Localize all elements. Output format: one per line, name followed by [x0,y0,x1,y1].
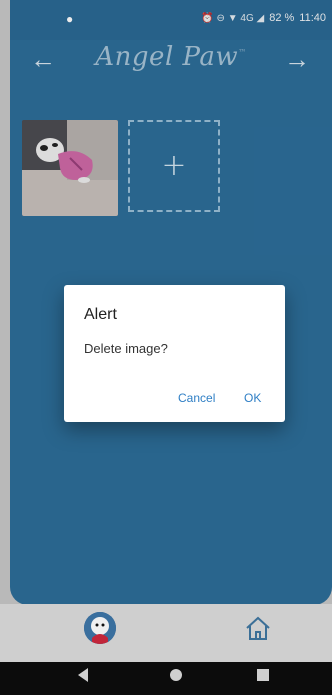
alert-dialog: Alert Delete image? Cancel OK [64,285,285,422]
system-home-icon[interactable] [170,669,182,681]
bottom-nav-bar [0,604,332,663]
home-icon-svg [246,616,270,640]
system-recents-icon[interactable] [257,669,269,681]
cancel-button[interactable]: Cancel [174,389,219,407]
avatar[interactable] [84,612,116,644]
system-nav-bar [0,662,332,695]
system-back-icon[interactable] [78,668,88,682]
dialog-message: Delete image? [84,341,168,356]
dialog-title: Alert [84,306,117,323]
home-icon[interactable] [243,613,273,643]
pet-avatar-image [84,612,116,644]
ok-button[interactable]: OK [240,389,265,407]
